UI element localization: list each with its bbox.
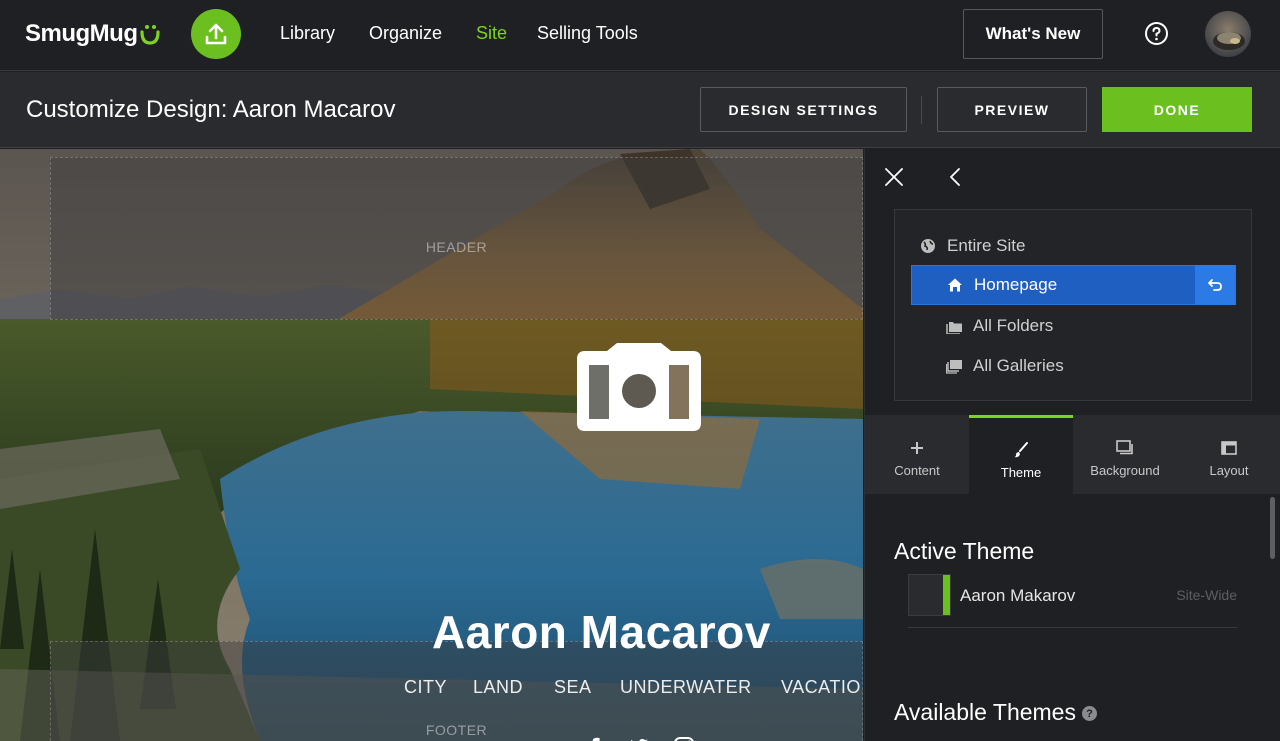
theme-name: Aaron Makarov (960, 586, 1076, 605)
smugmug-logo[interactable]: SmugMug (25, 20, 161, 48)
active-theme-row[interactable]: Aaron Makarov Site-Wide (908, 572, 1237, 628)
scope-homepage[interactable]: Homepage (911, 265, 1236, 305)
tab-theme[interactable]: Theme (969, 415, 1073, 494)
theme-scope-label: Site-Wide (1176, 587, 1237, 603)
available-themes-heading: Available Themes? (894, 699, 1097, 726)
footer-zone-label: FOOTER (425, 722, 488, 738)
header-zone[interactable]: HEADER (50, 157, 863, 320)
chevron-left-icon[interactable] (947, 166, 963, 188)
layout-icon (1221, 437, 1237, 459)
revert-button[interactable] (1195, 265, 1235, 305)
upload-icon (205, 23, 227, 45)
scope-selector: Entire Site Homepage All Folders All Gal… (894, 209, 1252, 401)
scope-all-folders[interactable]: All Folders (945, 306, 1270, 346)
preview-button[interactable]: PREVIEW (937, 87, 1087, 132)
tab-label: Background (1090, 463, 1160, 478)
help-circle-icon[interactable] (1144, 21, 1169, 46)
user-avatar[interactable] (1205, 11, 1251, 57)
panel-scrollbar[interactable] (1270, 497, 1275, 559)
site-nav-land[interactable]: LAND (473, 677, 523, 698)
tab-layout[interactable]: Layout (1177, 415, 1280, 494)
scope-all-galleries[interactable]: All Galleries (945, 346, 1270, 386)
tab-label: Content (894, 463, 940, 478)
customize-design-header: Customize Design: Aaron Macarov DESIGN S… (0, 72, 1280, 148)
nav-link-organize[interactable]: Organize (369, 23, 442, 44)
theme-accent-bar (943, 575, 950, 615)
page-title: Customize Design: Aaron Macarov (26, 96, 396, 123)
twitter-icon[interactable] (626, 735, 650, 741)
design-settings-button[interactable]: DESIGN SETTINGS (700, 87, 907, 132)
done-button[interactable]: DONE (1102, 87, 1252, 132)
scope-label: Entire Site (947, 236, 1026, 255)
divider (921, 96, 922, 124)
scope-label: Homepage (974, 275, 1058, 294)
site-nav-city[interactable]: CITY (404, 677, 447, 698)
scope-label: All Folders (973, 316, 1054, 335)
scope-label: All Galleries (973, 356, 1064, 375)
tab-content[interactable]: Content (865, 415, 969, 494)
site-name-title[interactable]: Aaron Macarov (432, 605, 771, 659)
upload-button[interactable] (191, 9, 241, 59)
home-icon (946, 276, 964, 294)
top-navigation-bar: SmugMug Library Organize Site Selling To… (0, 0, 1280, 71)
site-nav-sea[interactable]: SEA (554, 677, 592, 698)
smile-logo-icon (140, 25, 161, 45)
active-theme-heading: Active Theme (894, 538, 1035, 564)
site-nav-vacation[interactable]: VACATIO (781, 677, 861, 698)
instagram-icon[interactable] (672, 735, 696, 741)
tab-label: Layout (1209, 463, 1249, 478)
site-nav-underwater[interactable]: UNDERWATER (620, 677, 752, 698)
undo-icon (1208, 279, 1222, 291)
tab-label: Theme (1000, 464, 1042, 480)
tab-background[interactable]: Background (1073, 415, 1177, 494)
facebook-icon[interactable] (582, 735, 606, 741)
globe-icon (919, 237, 937, 255)
available-themes-label: Available Themes (894, 699, 1076, 725)
nav-link-site[interactable]: Site (476, 23, 507, 44)
help-icon[interactable]: ? (1081, 706, 1097, 722)
scope-entire-site[interactable]: Entire Site (919, 226, 1244, 266)
nav-link-library[interactable]: Library (280, 23, 335, 44)
background-icon (1116, 437, 1134, 459)
logo-text: SmugMug (25, 20, 138, 47)
customize-panel: Entire Site Homepage All Folders All Gal… (864, 149, 1280, 741)
site-preview-canvas[interactable]: HEADER FOOTER Aaron Macarov CITY LAND SE… (0, 149, 863, 741)
header-zone-label: HEADER (425, 239, 488, 255)
nav-link-selling-tools[interactable]: Selling Tools (537, 23, 638, 44)
galleries-icon (945, 357, 963, 375)
whats-new-button[interactable]: What's New (963, 9, 1103, 59)
camera-logo-icon[interactable] (575, 343, 703, 433)
panel-tabs: Content Theme Background Layout (865, 415, 1280, 494)
folders-icon (945, 317, 963, 335)
close-icon[interactable] (883, 166, 905, 188)
plus-icon (910, 437, 924, 459)
brush-icon (1013, 439, 1029, 461)
theme-swatch (908, 574, 951, 616)
